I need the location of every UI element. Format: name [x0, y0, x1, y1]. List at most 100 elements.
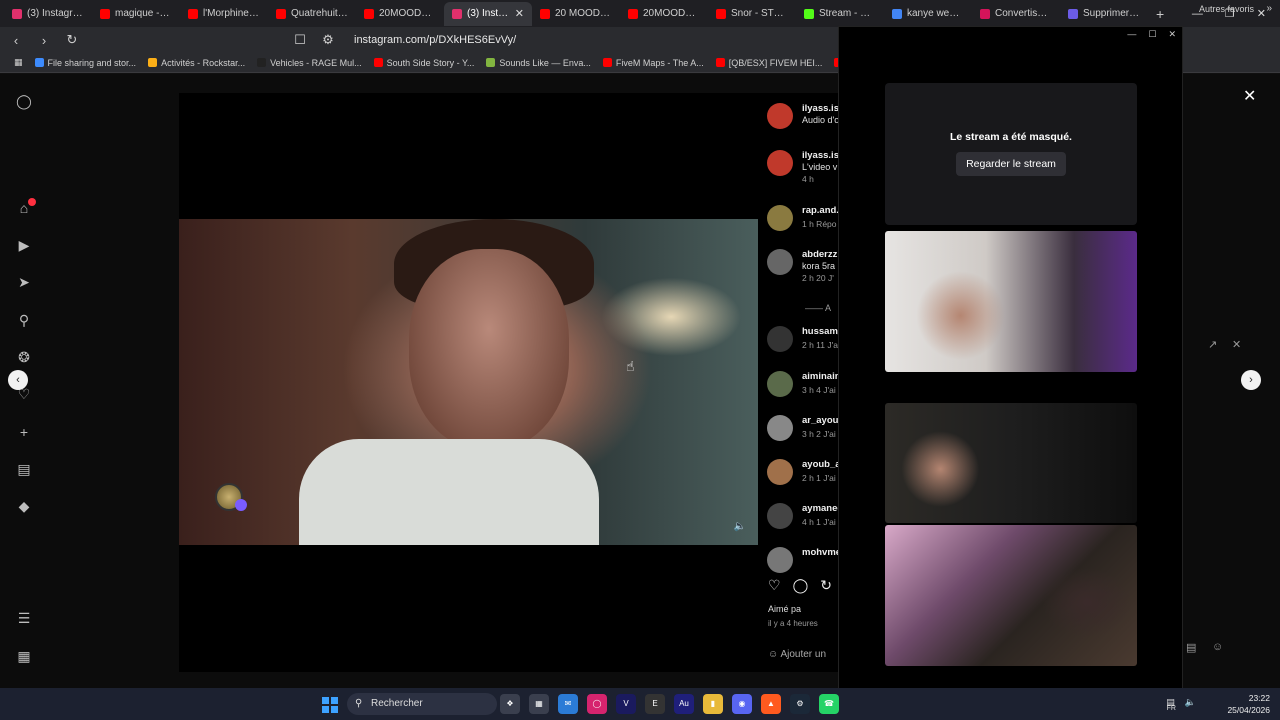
v-app-icon[interactable]: V: [616, 694, 636, 714]
meta-ai-icon[interactable]: ◆: [16, 498, 32, 514]
folder-icon[interactable]: ▮: [703, 694, 723, 714]
tab-9[interactable]: Stream - Kick D: [796, 2, 884, 26]
tab-6[interactable]: 20 MOODSTV: [532, 2, 620, 26]
commenter-username[interactable]: rap.and.: [802, 205, 838, 216]
previous-post-arrow[interactable]: ‹: [8, 370, 28, 390]
tab-12[interactable]: Supprimer et R: [1060, 2, 1148, 26]
reels-icon[interactable]: ▶: [16, 237, 32, 253]
forward-icon[interactable]: ›: [36, 33, 52, 48]
bookmark-3[interactable]: South Side Story - Y...: [368, 58, 481, 68]
bookmark-6[interactable]: [QB/ESX] FIVEM HEI...: [710, 58, 829, 68]
other-bookmarks[interactable]: Autres favoris: [1199, 4, 1254, 14]
commenter-avatar[interactable]: [767, 415, 793, 441]
commenter-username[interactable]: ayoub_a: [802, 459, 838, 470]
discord-icon[interactable]: ◉: [732, 694, 752, 714]
repost-icon[interactable]: ↻: [820, 577, 832, 594]
mail-icon[interactable]: ✉: [558, 694, 578, 714]
search-icon[interactable]: ⚲: [16, 312, 32, 328]
image-icon[interactable]: ▤: [1186, 641, 1196, 654]
commenter-avatar[interactable]: [767, 326, 793, 352]
brave-icon[interactable]: ▲: [761, 694, 781, 714]
tab-5[interactable]: (3) Instagr ✕: [444, 1, 532, 26]
post-media[interactable]: 🔈: [179, 93, 758, 672]
commenter-username[interactable]: hussam_: [802, 326, 838, 337]
commenter-avatar[interactable]: [767, 249, 793, 275]
taskbar-search[interactable]: ⚲ Rechercher: [347, 693, 497, 715]
commenter-avatar[interactable]: [767, 547, 793, 573]
instagram-logo-icon[interactable]: ◯: [16, 93, 32, 109]
tab-10[interactable]: kanye west yee: [884, 2, 972, 26]
epic-games-icon[interactable]: E: [645, 694, 665, 714]
bookmark-1[interactable]: Activités - Rockstar...: [142, 58, 251, 68]
store-icon[interactable]: ▦: [529, 694, 549, 714]
stream-cam-3[interactable]: [885, 525, 1137, 666]
instagram-app-icon[interactable]: ◯: [587, 694, 607, 714]
volume-tray-icon[interactable]: 🔈: [1185, 697, 1196, 708]
start-button-icon[interactable]: [322, 697, 338, 713]
close-mini-icon[interactable]: ✕: [1232, 338, 1241, 351]
close-window-button[interactable]: ✕: [1257, 7, 1266, 20]
view-replies[interactable]: —— A: [805, 303, 831, 313]
bookmarks-more-icon[interactable]: »: [1266, 3, 1272, 14]
close-tab-icon[interactable]: ✕: [515, 7, 524, 20]
create-icon[interactable]: +: [16, 424, 32, 440]
bookmark-2[interactable]: Vehicles - RAGE Mul...: [251, 58, 368, 68]
commenter-username[interactable]: mohvme: [802, 547, 838, 558]
volume-icon[interactable]: 🔈: [734, 521, 746, 532]
commenter-username[interactable]: ar_ayoul: [802, 415, 838, 426]
like-icon[interactable]: ♡: [768, 577, 781, 594]
commenter-avatar[interactable]: [767, 205, 793, 231]
bookmark-0[interactable]: File sharing and stor...: [29, 58, 143, 68]
steam-icon[interactable]: ⚙: [790, 694, 810, 714]
bookmark-icon[interactable]: ☐: [292, 32, 308, 48]
popup-maximize-icon[interactable]: ☐: [1148, 29, 1156, 40]
copilot-icon[interactable]: ❖: [500, 694, 520, 714]
commenter-avatar[interactable]: [767, 371, 793, 397]
video-player[interactable]: 🔈: [179, 219, 758, 545]
commenter-username[interactable]: ilyass.is.t: [802, 103, 838, 114]
commenter-username[interactable]: aymaned: [802, 503, 838, 514]
tab-2[interactable]: l'Morphine - Pa: [180, 2, 268, 26]
close-post-icon[interactable]: ✕: [1243, 86, 1256, 106]
reload-icon[interactable]: ↻: [64, 32, 80, 48]
url-field[interactable]: instagram.com/p/DXkHES6EvVy/: [354, 34, 516, 46]
tab-11[interactable]: Convertisseur: [972, 2, 1060, 26]
next-post-arrow[interactable]: ›: [1241, 370, 1261, 390]
commenter-username[interactable]: ilyass.is.t: [802, 150, 838, 161]
tab-7[interactable]: 20MOODS - VI: [620, 2, 708, 26]
tab-1[interactable]: magique - You: [92, 2, 180, 26]
tab-8[interactable]: Snor - STORM: [708, 2, 796, 26]
commenter-avatar[interactable]: [767, 503, 793, 529]
stream-cam-2[interactable]: [885, 403, 1137, 523]
clock[interactable]: 23:22 25/04/2026: [1227, 692, 1270, 716]
new-tab-button[interactable]: +: [1148, 6, 1172, 22]
expand-icon[interactable]: ↗: [1208, 338, 1217, 351]
apps-icon[interactable]: ▦: [8, 57, 29, 68]
sticker-icon[interactable]: ☺: [1212, 641, 1223, 653]
tab-4[interactable]: 20MOODS - VI: [356, 2, 444, 26]
commenter-username[interactable]: aiminain: [802, 371, 838, 382]
audition-icon[interactable]: Au: [674, 694, 694, 714]
watch-stream-button[interactable]: Regarder le stream: [956, 152, 1066, 176]
bookmark-4[interactable]: Sounds Like — Enva...: [480, 58, 597, 68]
messages-icon[interactable]: ➤: [16, 274, 32, 290]
liked-by[interactable]: Aimé pa: [768, 604, 801, 614]
tab-3[interactable]: Quatrehuit Feat: [268, 2, 356, 26]
also-from-meta-icon[interactable]: ▦: [16, 648, 32, 664]
popup-minimize-icon[interactable]: —: [1127, 29, 1136, 40]
commenter-avatar[interactable]: [767, 459, 793, 485]
commenter-avatar[interactable]: [767, 103, 793, 129]
site-info-icon[interactable]: ⚙: [320, 32, 336, 48]
whatsapp-icon[interactable]: ☎: [819, 694, 839, 714]
popup-close-icon[interactable]: ✕: [1168, 29, 1176, 40]
commenter-username[interactable]: abderzz: [802, 249, 837, 260]
more-menu-icon[interactable]: ☰: [16, 610, 32, 626]
add-comment-input[interactable]: ☺ Ajouter un: [768, 649, 826, 660]
language-indicator[interactable]: FR: [1167, 705, 1176, 712]
commenter-avatar[interactable]: [767, 150, 793, 176]
tab-0[interactable]: (3) Instagram: [4, 2, 92, 26]
stream-cam-1[interactable]: [885, 231, 1137, 372]
dashboard-icon[interactable]: ▤: [16, 461, 32, 477]
comment-icon[interactable]: ◯: [793, 577, 809, 594]
back-icon[interactable]: ‹: [8, 33, 24, 48]
